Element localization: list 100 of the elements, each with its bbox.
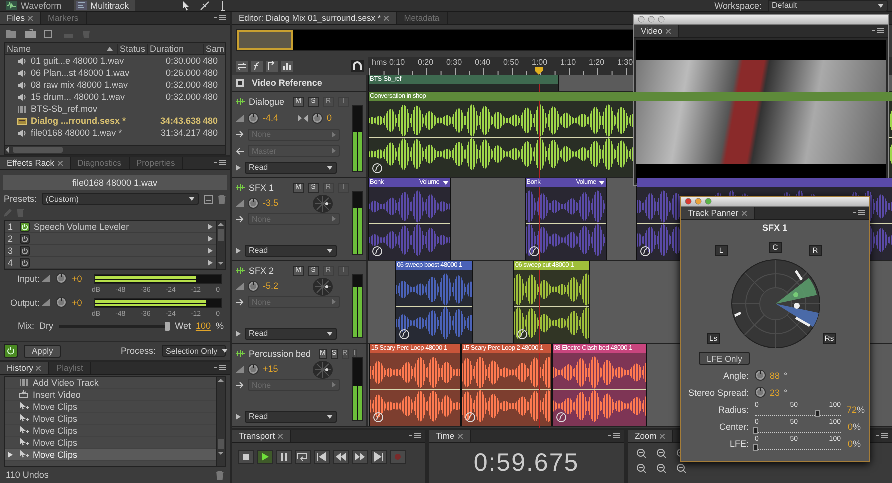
close-icon[interactable]: [58, 160, 63, 166]
close-icon[interactable]: [660, 434, 665, 438]
knob-icon[interactable]: [248, 364, 259, 375]
close-icon[interactable]: [36, 366, 42, 370]
slider-thumb[interactable]: [753, 444, 758, 450]
volume-value[interactable]: -4.4: [263, 113, 279, 123]
stop-button[interactable]: [238, 450, 254, 464]
visible-range[interactable]: [237, 30, 293, 50]
lfe-only-button[interactable]: LFE Only: [699, 352, 750, 365]
gain-value[interactable]: +0: [72, 298, 92, 308]
panel-tab[interactable]: Zoom: [628, 430, 673, 442]
slider-thumb[interactable]: [753, 426, 758, 434]
open-folder-icon[interactable]: [6, 29, 17, 38]
slider-value[interactable]: 0: [848, 422, 853, 432]
effects-icon[interactable]: [251, 60, 263, 72]
zoom-out-icon[interactable]: [676, 463, 687, 474]
panel-tab[interactable]: Time: [429, 430, 471, 442]
loop-button[interactable]: [295, 450, 311, 464]
knob-icon[interactable]: [248, 198, 259, 209]
close-icon[interactable]: [742, 210, 747, 216]
process-dropdown[interactable]: Selection Only: [162, 345, 226, 357]
control-value[interactable]: 23: [770, 388, 780, 398]
knob-icon[interactable]: [248, 280, 259, 292]
presets-dropdown[interactable]: (Custom): [42, 193, 199, 205]
panel-tab[interactable]: Track Panner: [681, 207, 755, 219]
snap-magnet-icon[interactable]: [351, 60, 364, 72]
close-icon[interactable]: [384, 16, 390, 20]
history-item[interactable]: Move Clips: [5, 413, 216, 425]
panel-menu-icon[interactable]: [214, 365, 226, 372]
close-icon[interactable]: [666, 28, 671, 34]
new-file-icon[interactable]: [25, 29, 36, 38]
end-button[interactable]: [371, 450, 387, 464]
save-preset-icon[interactable]: [204, 194, 213, 204]
knob-icon[interactable]: [312, 112, 323, 124]
eq-icon[interactable]: [281, 60, 293, 72]
scrollbar[interactable]: [217, 221, 225, 267]
power-icon[interactable]: [20, 258, 30, 268]
file-name[interactable]: Dialog ...rround.sesx *: [31, 116, 126, 126]
mode-tab[interactable]: Multitrack: [74, 0, 136, 11]
surround-panner-drawing[interactable]: [731, 259, 821, 349]
clip-effects-icon[interactable]: [528, 246, 540, 257]
slider-track[interactable]: [755, 412, 841, 416]
clip-effects-icon[interactable]: [399, 329, 410, 340]
mode-tab[interactable]: Waveform: [4, 0, 68, 11]
knob-icon[interactable]: [56, 297, 67, 308]
knob-icon[interactable]: [755, 387, 766, 398]
power-icon[interactable]: [20, 222, 30, 232]
track-name[interactable]: SFX 1: [249, 182, 274, 192]
file-name[interactable]: BTS-Sb_ref.mov: [31, 104, 98, 114]
volume-value[interactable]: -5.2: [263, 281, 279, 292]
history-item[interactable]: Insert Video: [5, 389, 216, 401]
close-icon[interactable]: [28, 16, 33, 20]
panel-menu-icon[interactable]: [608, 433, 620, 440]
clip-effects-icon[interactable]: [640, 246, 651, 257]
panel-menu-icon[interactable]: [876, 433, 888, 440]
column-header[interactable]: Sam: [203, 44, 225, 54]
panel-tab[interactable]: Files: [0, 12, 41, 24]
automation-dropdown[interactable]: Read: [245, 244, 337, 256]
close-icon[interactable]: [458, 434, 463, 438]
zoom-out-icon[interactable]: [656, 448, 667, 459]
panel-tab[interactable]: Transport: [232, 430, 292, 442]
clip-effects-icon[interactable]: [517, 329, 528, 340]
import-icon[interactable]: [44, 29, 55, 38]
automation-dropdown[interactable]: Read: [245, 162, 337, 174]
panel-menu-icon[interactable]: [853, 210, 865, 217]
slider-value[interactable]: 0: [848, 438, 853, 448]
power-icon[interactable]: [20, 246, 30, 256]
clip-effects-icon[interactable]: [372, 246, 383, 257]
slider-thumb[interactable]: [165, 322, 170, 330]
workspace-dropdown[interactable]: Default: [768, 0, 888, 12]
effect-name[interactable]: Speech Volume Leveler: [34, 222, 130, 232]
file-name[interactable]: file0168 48000 1.wav *: [31, 128, 122, 138]
knob-icon[interactable]: [56, 273, 67, 284]
file-name[interactable]: 15 drum... 48000 1.wav: [31, 92, 126, 102]
volume-value[interactable]: -3.5: [263, 198, 279, 208]
close-icon[interactable]: [278, 434, 284, 438]
knob-icon[interactable]: [248, 112, 259, 124]
column-header[interactable]: Status: [117, 44, 147, 54]
automation-dropdown[interactable]: Read: [245, 328, 337, 340]
sends-icon[interactable]: [266, 60, 278, 72]
file-name[interactable]: 06 Plan...st 48000 1.wav: [31, 68, 130, 78]
track-name[interactable]: Percussion bed: [249, 348, 312, 358]
column-header[interactable]: Duration: [147, 44, 203, 54]
power-icon[interactable]: [20, 234, 30, 244]
panel-menu-icon[interactable]: [872, 28, 884, 35]
panel-tab[interactable]: Video: [634, 25, 679, 37]
file-name[interactable]: 08 raw mix 48000 1.wav: [31, 80, 128, 90]
mix-value[interactable]: 100: [196, 321, 211, 331]
track-name[interactable]: SFX 2: [249, 266, 274, 276]
file-name[interactable]: 01 guit...e 48000 1.wav: [31, 56, 124, 66]
start-button[interactable]: [314, 450, 330, 464]
apply-button[interactable]: Apply: [24, 344, 62, 358]
panel-menu-icon[interactable]: [214, 15, 226, 22]
gain-value[interactable]: +0: [72, 274, 92, 284]
panel-tab[interactable]: Effects Rack: [0, 157, 71, 169]
slider-value[interactable]: 72: [847, 404, 858, 414]
rewind-button[interactable]: [333, 450, 349, 464]
slider-track[interactable]: [755, 428, 841, 432]
track-name[interactable]: Dialogue: [249, 96, 285, 106]
trash-icon[interactable]: [218, 194, 226, 204]
